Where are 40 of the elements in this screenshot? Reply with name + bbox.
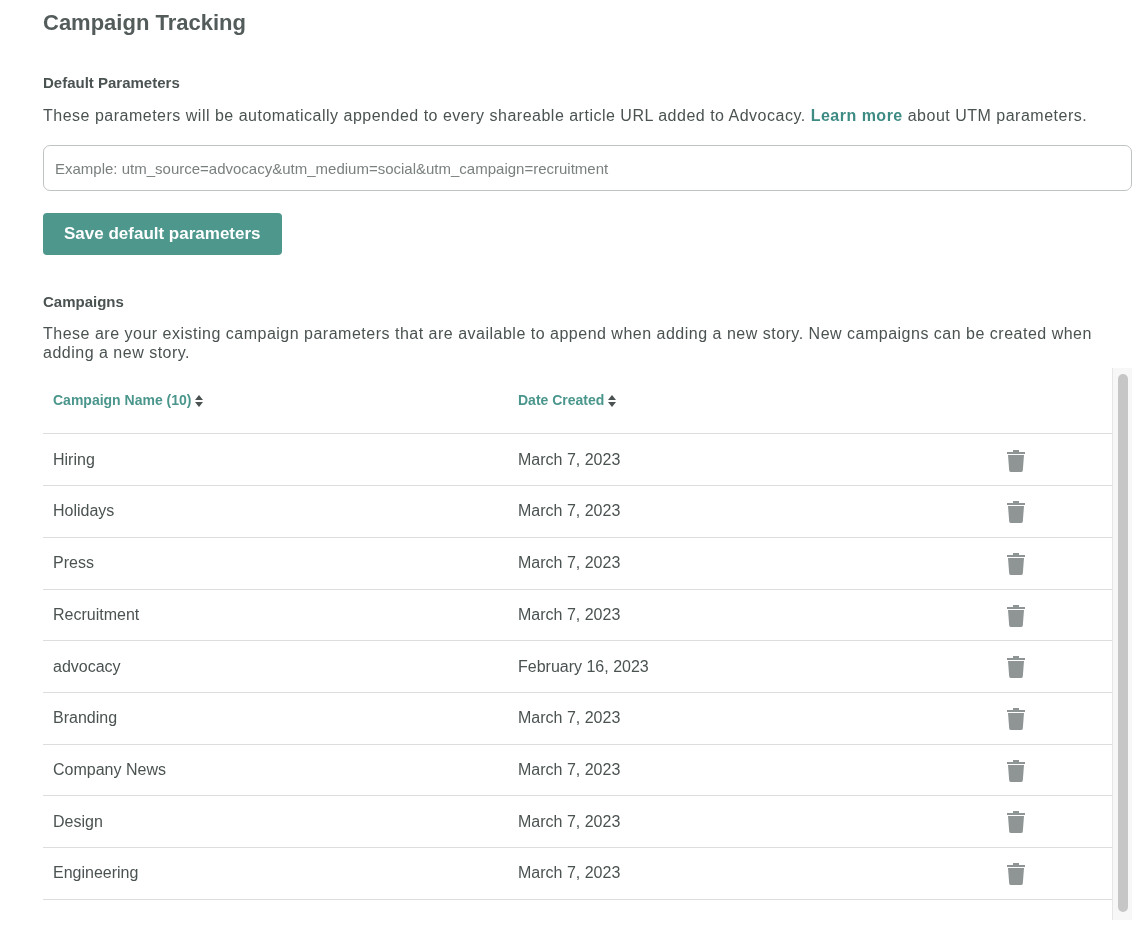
table-cell: Design (53, 812, 103, 830)
trash-icon[interactable] (1006, 501, 1026, 524)
parameters-input-field[interactable]: Example: utm_source=advocacy&utm_medium=social&utm_campaign=recruitment (43, 145, 1132, 192)
table-cell: Company News (53, 760, 166, 778)
scrollbar-thumb[interactable] (1117, 374, 1128, 913)
table-cell: March 7, 2023 (518, 760, 621, 778)
table-cell: Engineering (53, 864, 139, 882)
trash-icon[interactable] (1006, 863, 1026, 886)
column-header[interactable]: Date Created (518, 390, 605, 412)
table-cell: Branding (53, 709, 118, 727)
description: These are your existing campaign parameters that are available to append when adding a new story. New campaigns can be created when adding a new story. (43, 324, 1093, 363)
table-cell: Press (53, 554, 94, 572)
trash-icon[interactable] (1006, 552, 1026, 575)
trash-icon[interactable] (1006, 656, 1026, 679)
page-title: Campaign Tracking (43, 10, 247, 37)
column-header[interactable]: Campaign Name (10) (53, 390, 192, 412)
table-cell: March 7, 2023 (518, 812, 621, 830)
table-cell: February 16, 2023 (518, 657, 649, 675)
learn-more-link[interactable]: Learn more (810, 106, 903, 124)
trash-icon[interactable] (1006, 708, 1026, 730)
sort-icon[interactable] (195, 394, 204, 407)
table-cell: advocacy (53, 657, 121, 675)
description: These parameters will be automatically appended to every shareable article URL added to Advocacy. Learn more about UTM parameters. (43, 105, 1089, 126)
table-cell: March 7, 2023 (518, 554, 621, 572)
table-cell: March 7, 2023 (518, 864, 621, 882)
section-heading: Campaigns (43, 291, 125, 312)
save-button[interactable]: Save default parameters (43, 213, 282, 255)
table-cell: Hiring (53, 450, 95, 468)
table-cell: March 7, 2023 (518, 502, 621, 520)
trash-icon[interactable] (1006, 811, 1026, 834)
trash-icon[interactable] (1006, 604, 1026, 627)
table-cell: March 7, 2023 (518, 709, 621, 727)
sort-icon[interactable] (608, 394, 617, 407)
section-heading: Default Parameters (43, 73, 181, 94)
table-cell: Holidays (53, 502, 115, 520)
trash-icon[interactable] (1006, 449, 1026, 472)
table-cell: March 7, 2023 (518, 450, 621, 468)
trash-icon[interactable] (1006, 759, 1026, 782)
table-cell: March 7, 2023 (518, 605, 621, 623)
table-cell: Recruitment (53, 605, 140, 623)
